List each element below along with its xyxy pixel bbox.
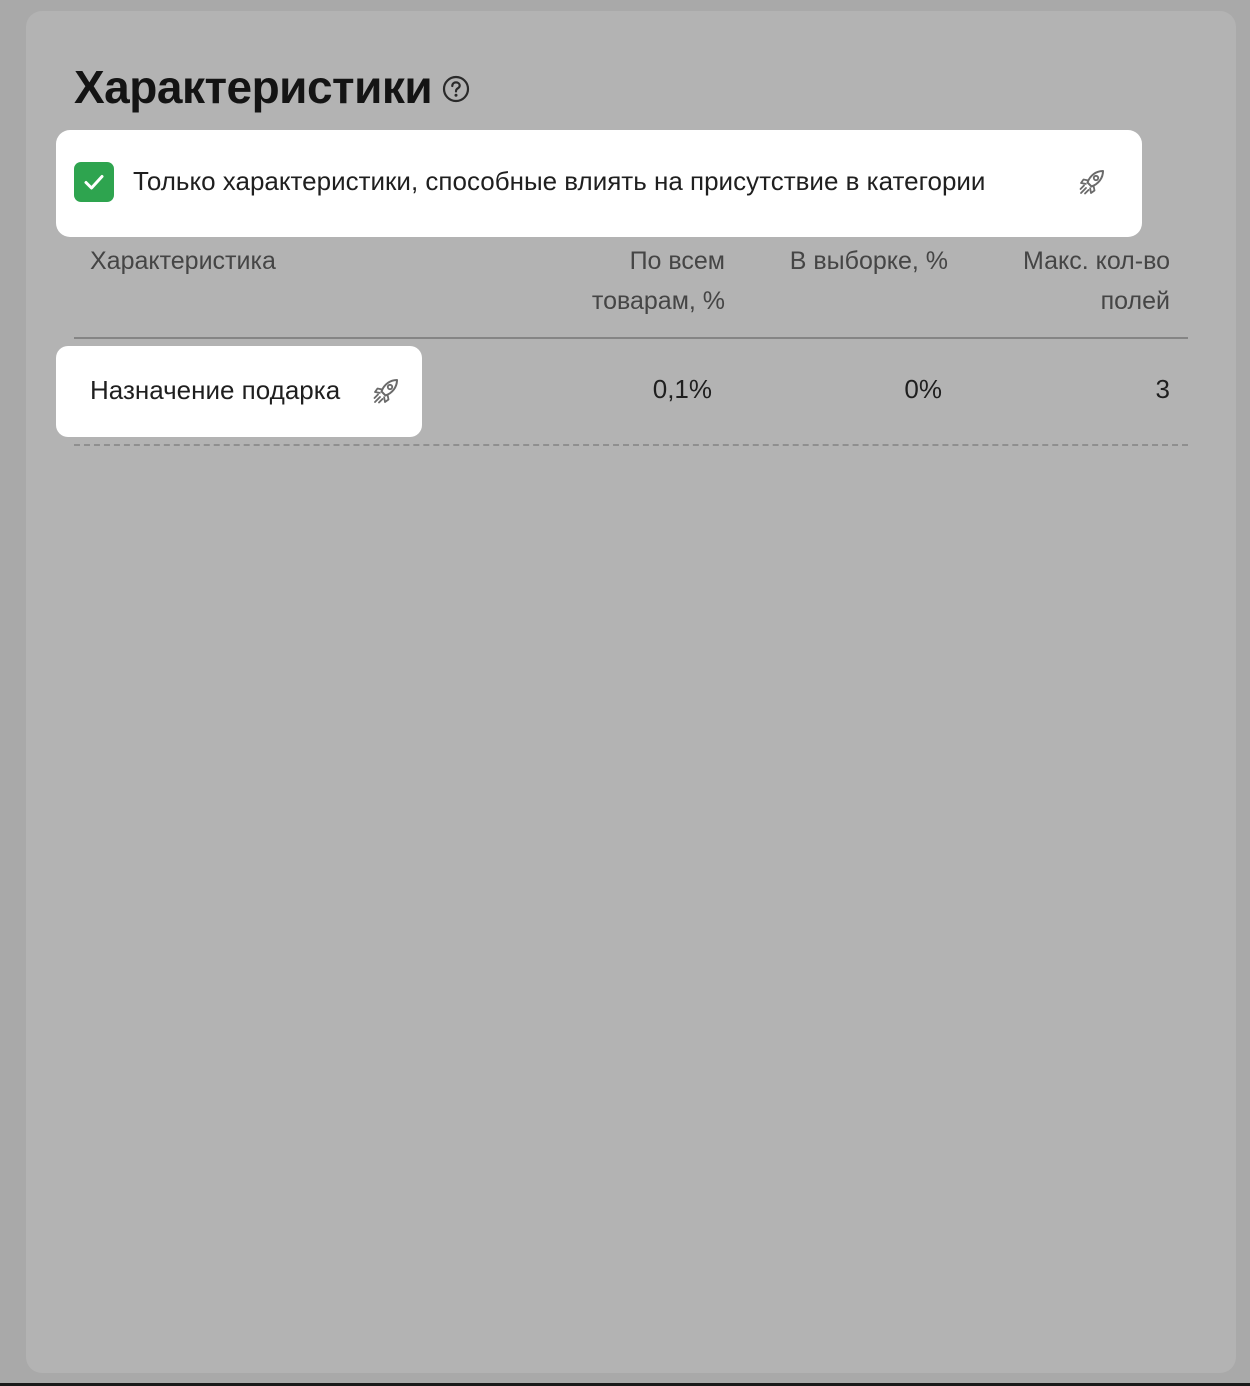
question-circle-icon[interactable] bbox=[442, 75, 470, 103]
header-divider bbox=[74, 337, 1188, 339]
column-header-in-sample[interactable]: В выборке, % bbox=[760, 241, 948, 281]
table-row-name-cell[interactable]: Назначение подарка bbox=[56, 346, 422, 437]
cell-in-sample: 0% bbox=[904, 374, 942, 404]
column-header-all-products[interactable]: По всем товарам, % bbox=[560, 241, 725, 321]
characteristic-name[interactable]: Назначение подарка bbox=[90, 375, 340, 406]
cell-max-fields: 3 bbox=[1155, 374, 1170, 404]
cell-all-products: 0,1% bbox=[652, 374, 712, 404]
title-row: Характеристики bbox=[74, 60, 470, 114]
filter-label[interactable]: Только характеристики, способные влиять … bbox=[133, 166, 985, 197]
filter-checkbox[interactable] bbox=[74, 162, 114, 202]
column-header-max-fields[interactable]: Макс. кол-во полей bbox=[985, 241, 1170, 321]
rocket-icon bbox=[373, 379, 398, 404]
checkmark-icon bbox=[84, 175, 104, 190]
row-divider bbox=[74, 444, 1188, 446]
column-header-characteristic[interactable]: Характеристика bbox=[90, 241, 276, 281]
filter-option[interactable]: Только характеристики, способные влиять … bbox=[56, 130, 1142, 237]
rocket-icon bbox=[1079, 170, 1104, 195]
page-title: Характеристики bbox=[74, 61, 433, 113]
